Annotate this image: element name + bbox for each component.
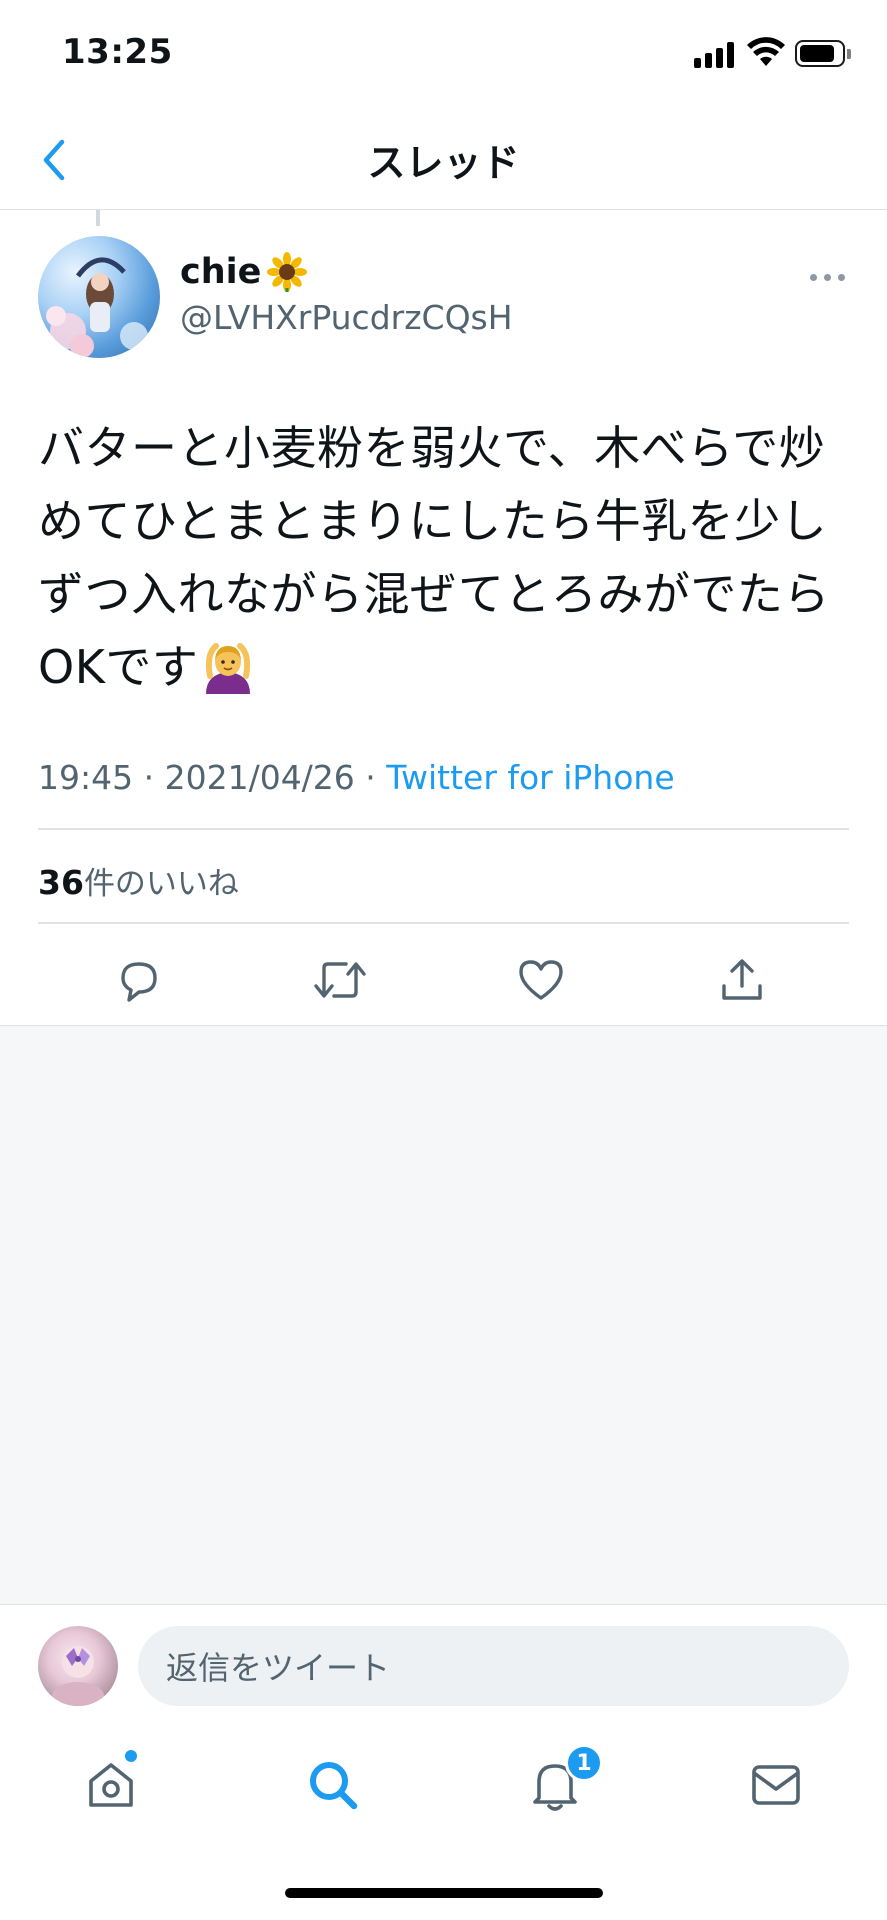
tab-home[interactable]	[76, 1750, 146, 1820]
likes-count: 36	[38, 863, 84, 902]
avatar[interactable]	[38, 236, 160, 358]
like-icon	[519, 960, 563, 1000]
tweet-body: バターと小麦粉を弱火で、木べらで炒めてひとまとまりにしたら牛乳を少しずつ入れなが…	[38, 421, 830, 694]
tweet-source-link[interactable]: Twitter for iPhone	[386, 758, 674, 797]
more-options-button[interactable]	[808, 262, 848, 292]
avatar-image	[46, 257, 148, 358]
search-icon	[310, 1762, 358, 1810]
meta-separator: ·	[354, 758, 387, 797]
thread-connector	[96, 210, 100, 226]
cellular-signal-icon	[694, 40, 738, 68]
tweet-date: 2021/04/26	[164, 758, 355, 797]
display-name[interactable]: chie	[180, 252, 308, 292]
meta-separator: ·	[133, 758, 165, 797]
tweet-text: バターと小麦粉を弱火で、木べらで炒めてひとまとまりにしたら牛乳を少しずつ入れなが…	[38, 412, 858, 704]
tweet-meta: 19:45 · 2021/04/26 · Twitter for iPhone	[38, 758, 675, 797]
likes-count-link[interactable]: 36件のいいね	[38, 858, 239, 903]
tweet-actions	[0, 935, 887, 1025]
home-icon	[89, 1763, 133, 1807]
retweet-button[interactable]	[310, 950, 370, 1010]
sunflower-emoji	[267, 252, 308, 292]
divider	[38, 828, 849, 830]
home-indicator	[285, 1888, 603, 1898]
my-avatar[interactable]	[38, 1626, 118, 1706]
reply-placeholder: 返信をツイート	[166, 1649, 391, 1687]
like-button[interactable]	[511, 950, 571, 1010]
tab-search[interactable]	[298, 1750, 368, 1820]
notification-badge: 1	[565, 1744, 603, 1782]
reply-icon	[121, 962, 157, 1002]
gesture-ok-emoji	[206, 642, 251, 694]
status-bar: 13:25	[0, 0, 887, 110]
home-new-dot	[125, 1750, 137, 1762]
page-title: スレッド	[367, 141, 520, 185]
wifi-icon	[747, 37, 785, 66]
tab-messages[interactable]	[741, 1750, 811, 1820]
messages-icon	[752, 1765, 800, 1805]
status-time: 13:25	[62, 32, 173, 72]
my-avatar-image	[52, 1646, 104, 1706]
display-name-text: chie	[180, 252, 262, 292]
retweet-icon	[314, 962, 366, 998]
divider	[38, 922, 849, 924]
share-button[interactable]	[712, 950, 772, 1010]
nav-header: スレッド	[0, 110, 887, 210]
empty-replies-area	[0, 1025, 887, 1605]
reply-input[interactable]: 返信をツイート	[138, 1626, 849, 1706]
user-handle[interactable]: @LVHXrPucdrzCQsH	[180, 298, 513, 337]
reply-button[interactable]	[109, 950, 169, 1010]
tweet-time: 19:45	[38, 758, 134, 797]
likes-label: 件のいいね	[83, 866, 239, 902]
battery-icon	[795, 40, 851, 68]
share-icon	[722, 959, 762, 1000]
